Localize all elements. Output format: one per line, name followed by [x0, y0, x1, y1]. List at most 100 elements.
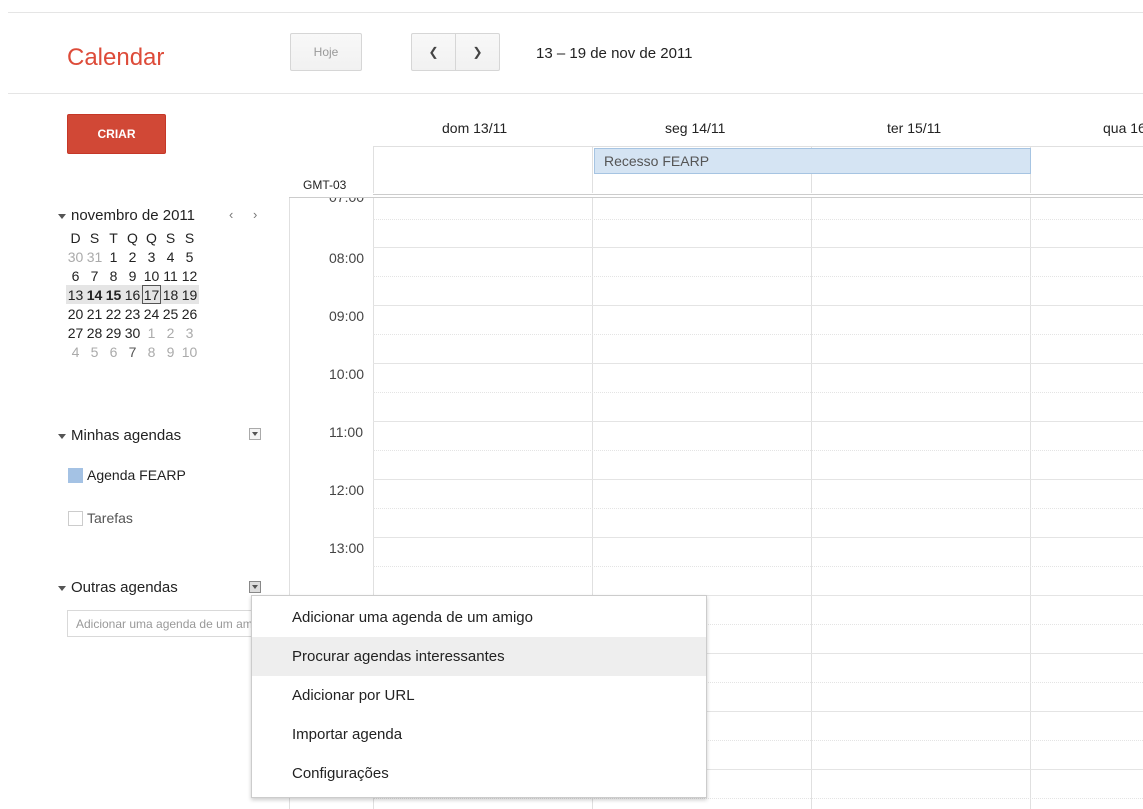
mini-calendar-day[interactable]: 28	[85, 323, 104, 342]
hour-line	[373, 363, 1143, 364]
mini-calendar-day[interactable]: 26	[180, 304, 199, 323]
mini-calendar-day[interactable]: 29	[104, 323, 123, 342]
mini-calendar-day[interactable]: 22	[104, 304, 123, 323]
my-calendars-menu-icon[interactable]	[249, 428, 261, 440]
menu-item-import-calendar[interactable]: Importar agenda	[252, 715, 706, 754]
mini-calendar-day[interactable]: 2	[161, 323, 180, 342]
mini-calendar-day[interactable]: 23	[123, 304, 142, 323]
mini-calendar-day[interactable]: 1	[142, 323, 161, 342]
collapse-triangle-icon	[58, 585, 66, 591]
hour-label: 11:00	[329, 424, 363, 440]
mini-calendar-day[interactable]: 2	[123, 247, 142, 266]
mini-calendar-day[interactable]: 6	[66, 266, 85, 285]
mini-calendar-day[interactable]: 25	[161, 304, 180, 323]
weekday-label: T	[109, 229, 118, 246]
my-calendars-header[interactable]: Minhas agendas	[58, 427, 181, 444]
menu-item-browse-calendars[interactable]: Procurar agendas interessantes	[252, 637, 706, 676]
mini-calendar-day[interactable]: 8	[104, 266, 123, 285]
mini-calendar-week: 30 31 1 2 3 4 5	[66, 247, 199, 266]
today-button[interactable]: Hoje	[290, 33, 362, 71]
mini-calendar-day[interactable]: 4	[66, 342, 85, 361]
other-calendars-menu-icon[interactable]	[249, 581, 261, 593]
mini-calendar-day[interactable]: 5	[85, 342, 104, 361]
column-divider	[1030, 198, 1031, 809]
mini-calendar-month: novembro de 2011	[71, 207, 195, 224]
collapse-triangle-icon	[58, 213, 66, 219]
mini-calendar-day[interactable]: 21	[85, 304, 104, 323]
mini-calendar-week-selected: 13 14 15 16 17 18 19	[66, 285, 199, 304]
day-header-tue[interactable]: ter 15/11	[887, 120, 941, 136]
mini-calendar-day[interactable]: 18	[161, 285, 180, 304]
weekday-label: S	[89, 229, 100, 246]
calendar-item-agenda-fearp[interactable]: Agenda FEARP	[68, 467, 186, 483]
event-recesso-fearp[interactable]: Recesso FEARP	[594, 148, 1031, 174]
mini-calendar-prev[interactable]: ‹	[229, 207, 233, 222]
other-calendars-title: Outras agendas	[71, 579, 178, 596]
next-week-button[interactable]: ❯	[455, 33, 500, 71]
mini-calendar-day[interactable]: 30	[66, 247, 85, 266]
mini-calendar-day[interactable]: 3	[142, 247, 161, 266]
hour-line	[373, 247, 1143, 248]
mini-calendar-day[interactable]: 6	[104, 342, 123, 361]
hour-line	[373, 421, 1143, 422]
half-hour-line	[373, 219, 1143, 220]
mini-calendar-day[interactable]: 30	[123, 323, 142, 342]
column-divider	[592, 146, 593, 193]
mini-calendar-day[interactable]: 12	[180, 266, 199, 285]
weekday-label: Q	[146, 229, 157, 246]
menu-item-settings[interactable]: Configurações	[252, 754, 706, 793]
mini-calendar-day[interactable]: 15	[104, 285, 123, 304]
mini-calendar-day[interactable]: 20	[66, 304, 85, 323]
calendar-item-label: Agenda FEARP	[87, 467, 186, 483]
add-friend-calendar-input[interactable]	[67, 610, 262, 637]
mini-calendar-day[interactable]: 24	[142, 304, 161, 323]
mini-calendar-day[interactable]: 31	[85, 247, 104, 266]
mini-calendar-day[interactable]: 7	[123, 342, 142, 361]
calendar-item-tarefas[interactable]: Tarefas	[68, 510, 133, 526]
app-logo[interactable]: Calendar	[67, 44, 164, 72]
mini-calendar-day[interactable]: 10	[142, 266, 161, 285]
day-header-sun[interactable]: dom 13/11	[442, 120, 507, 136]
hour-line	[373, 305, 1143, 306]
mini-calendar-day[interactable]: 14	[85, 285, 104, 304]
half-hour-line	[373, 566, 1143, 567]
timezone-label: GMT-03	[303, 178, 347, 192]
weekday-label: D	[70, 229, 81, 246]
day-header-wed[interactable]: qua 16/11	[1103, 120, 1143, 136]
my-calendars-title: Minhas agendas	[71, 427, 182, 444]
hour-label: 12:00	[329, 482, 365, 498]
calendar-color-swatch[interactable]	[68, 510, 83, 526]
mini-calendar-day[interactable]: 9	[123, 266, 142, 285]
mini-calendar-day[interactable]: 13	[66, 285, 85, 304]
mini-calendar-title[interactable]: novembro de 2011	[58, 207, 195, 224]
mini-calendar-day[interactable]: 3	[180, 323, 199, 342]
mini-calendar-today[interactable]: 17	[142, 285, 161, 304]
mini-calendar-day[interactable]: 9	[161, 342, 180, 361]
other-calendars-dropdown: Adicionar uma agenda de um amigo Procura…	[251, 595, 707, 798]
create-button[interactable]: CRIAR	[67, 114, 166, 154]
half-hour-line	[373, 508, 1143, 509]
hour-label: 13:00	[329, 540, 365, 556]
mini-calendar-day[interactable]: 11	[161, 266, 180, 285]
mini-calendar-day[interactable]: 7	[85, 266, 104, 285]
mini-calendar-next[interactable]: ›	[253, 207, 257, 222]
top-divider	[8, 12, 1143, 13]
calendar-item-label: Tarefas	[87, 510, 133, 526]
menu-item-add-by-url[interactable]: Adicionar por URL	[252, 676, 706, 715]
mini-calendar-day[interactable]: 27	[66, 323, 85, 342]
hour-label: 09:00	[329, 308, 365, 324]
other-calendars-header[interactable]: Outras agendas	[58, 579, 178, 596]
prev-week-button[interactable]: ❮	[411, 33, 456, 71]
mini-calendar-day[interactable]: 4	[161, 247, 180, 266]
hour-line	[373, 537, 1143, 538]
weekday-label: Q	[127, 229, 138, 246]
mini-calendar-day[interactable]: 10	[180, 342, 199, 361]
day-header-mon[interactable]: seg 14/11	[665, 120, 725, 136]
mini-calendar-day[interactable]: 16	[123, 285, 142, 304]
mini-calendar-day[interactable]: 8	[142, 342, 161, 361]
mini-calendar-day[interactable]: 1	[104, 247, 123, 266]
mini-calendar-day[interactable]: 19	[180, 285, 199, 304]
mini-calendar-day[interactable]: 5	[180, 247, 199, 266]
menu-item-add-friend-calendar[interactable]: Adicionar uma agenda de um amigo	[252, 598, 706, 637]
calendar-color-swatch[interactable]	[68, 467, 83, 483]
